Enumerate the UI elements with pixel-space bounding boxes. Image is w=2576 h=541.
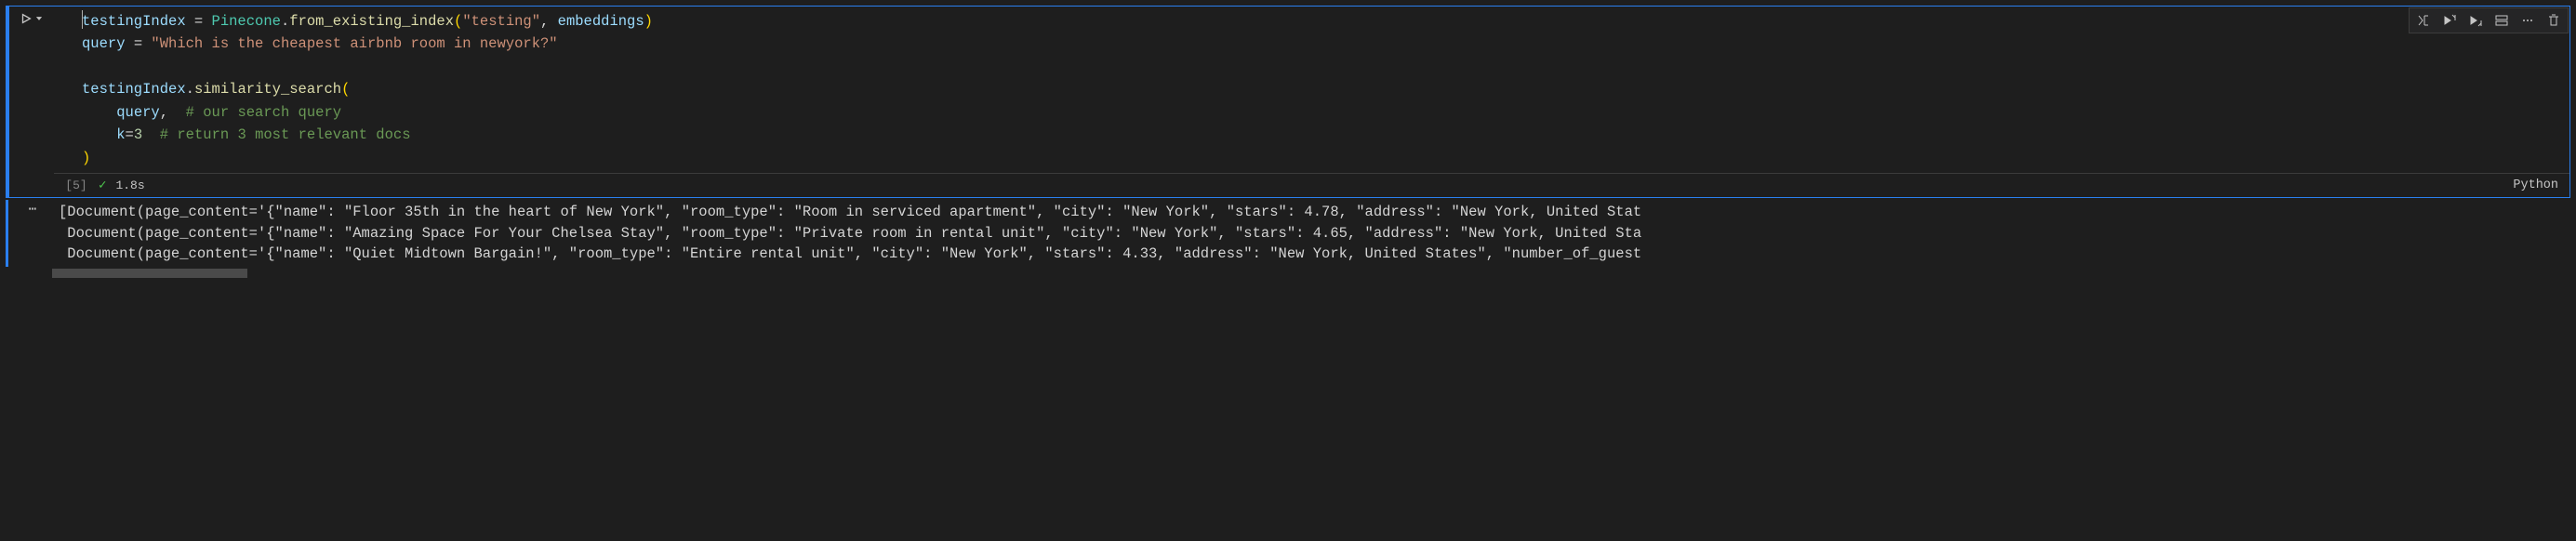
cell-gutter — [9, 7, 54, 197]
run-below-icon[interactable] — [2463, 10, 2488, 31]
cell-status-row: [5] ✓ 1.8s Python — [54, 173, 2569, 197]
output-more-icon[interactable]: ⋯ — [10, 200, 55, 266]
execution-count: [5] — [54, 178, 99, 192]
code-token: testingIndex — [82, 13, 186, 30]
notebook-container: testingIndex = Pinecone.from_existing_in… — [0, 6, 2576, 278]
cell-toolbar — [2409, 7, 2569, 33]
code-editor[interactable]: testingIndex = Pinecone.from_existing_in… — [54, 7, 2569, 197]
run-cell-button[interactable] — [20, 12, 44, 25]
scrollbar-thumb[interactable] — [52, 269, 247, 278]
cell-output: ⋯ [Document(page_content='{"name": "Floo… — [6, 200, 2570, 266]
output-focus-marker — [6, 200, 8, 266]
language-selector[interactable]: Python — [2513, 178, 2558, 192]
more-actions-icon[interactable] — [2516, 10, 2540, 31]
status-check-icon: ✓ — [99, 178, 106, 193]
execution-time: 1.8s — [115, 178, 144, 192]
split-cell-icon[interactable] — [2490, 10, 2514, 31]
run-above-icon[interactable] — [2437, 10, 2462, 31]
output-text[interactable]: [Document(page_content='{"name": "Floor … — [55, 200, 2570, 266]
output-scrollbar[interactable] — [52, 269, 2576, 278]
code-cell: testingIndex = Pinecone.from_existing_in… — [6, 6, 2570, 198]
delete-cell-icon[interactable] — [2542, 10, 2566, 31]
execute-line-icon[interactable] — [2411, 10, 2436, 31]
